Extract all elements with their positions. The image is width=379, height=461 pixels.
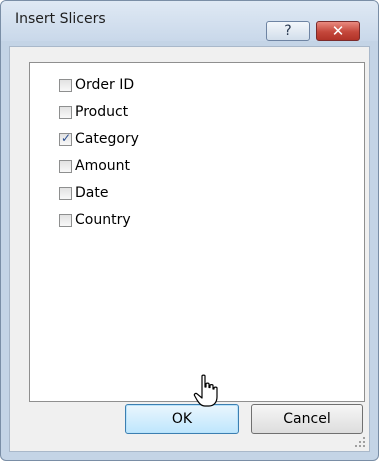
close-button[interactable]: ✕ [316,21,360,41]
cancel-button[interactable]: Cancel [251,404,363,434]
order-id-checkbox[interactable] [59,78,72,92]
insert-slicers-dialog: Insert Slicers ? ✕ Order ID Product Cate… [0,0,379,461]
field-label: Country [75,212,131,228]
country-checkbox[interactable] [59,213,72,227]
field-item-product[interactable]: Product [59,102,128,122]
field-item-amount[interactable]: Amount [59,156,130,176]
amount-checkbox[interactable] [59,159,72,173]
product-checkbox[interactable] [59,105,72,119]
field-list: Order ID Product Category Amount Date Co… [29,62,365,402]
dialog-title: Insert Slicers [15,11,106,27]
title-bar[interactable]: Insert Slicers ? ✕ [1,1,378,41]
ok-button[interactable]: OK [125,404,239,434]
help-button[interactable]: ? [266,21,310,41]
date-checkbox[interactable] [59,186,72,200]
field-label: Order ID [75,77,135,93]
dialog-body: Order ID Product Category Amount Date Co… [9,46,370,452]
hand-cursor-icon [193,374,218,407]
field-item-date[interactable]: Date [59,183,108,203]
category-checkbox[interactable] [59,131,72,146]
field-label: Product [75,104,129,120]
field-item-order-id[interactable]: Order ID [59,75,134,95]
field-label: Amount [75,158,131,174]
field-item-country[interactable]: Country [59,210,131,230]
field-label: Category [75,131,139,147]
field-item-category[interactable]: Category [59,129,139,149]
resize-grip-icon[interactable] [355,437,365,447]
field-label: Date [75,185,109,201]
